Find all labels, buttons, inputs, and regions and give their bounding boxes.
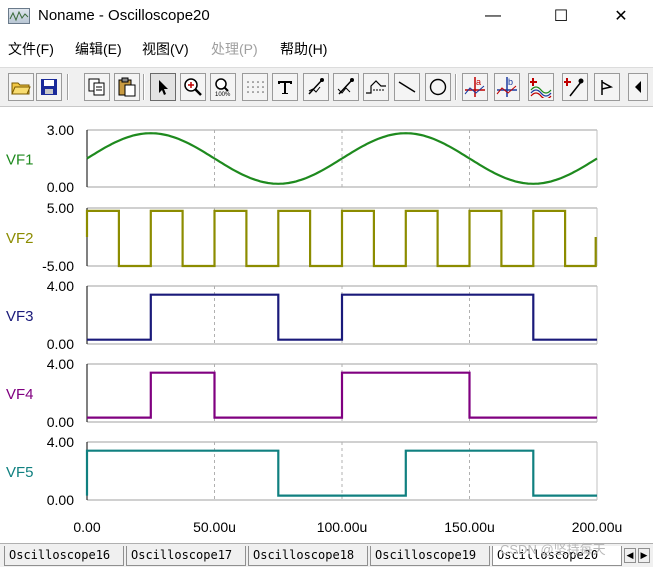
add-trace-icon[interactable] — [528, 73, 554, 101]
paste-icon[interactable] — [114, 73, 140, 101]
svg-text:100%: 100% — [215, 92, 231, 97]
circle-icon[interactable] — [425, 73, 451, 101]
vf3-channel-label: VF3 — [6, 308, 34, 325]
x-tick-label: 150.00u — [444, 519, 495, 535]
scroll-left-icon[interactable] — [628, 73, 648, 101]
tab-oscilloscope17[interactable]: Oscilloscope17 — [126, 546, 246, 566]
vf3-trace — [87, 293, 597, 341]
line-icon[interactable] — [394, 73, 420, 101]
minimize-button[interactable]: — — [470, 0, 516, 32]
grid-icon[interactable] — [242, 73, 268, 101]
vf4-channel-label: VF4 — [6, 386, 34, 403]
x-tick-label: 50.00u — [193, 519, 236, 535]
cursor-b-icon[interactable]: b — [494, 73, 520, 101]
text-icon[interactable] — [272, 73, 298, 101]
vf1-y-bottom-label: 0.00 — [47, 179, 74, 195]
toolbar-separator — [455, 74, 457, 100]
x-tick-label: 200.00u — [572, 519, 623, 535]
probe-icon[interactable] — [303, 73, 329, 101]
vf2-trace — [85, 209, 597, 268]
open-folder-icon[interactable] — [8, 73, 34, 101]
flag-icon[interactable] — [594, 73, 620, 101]
menu-view[interactable]: 视图(V) — [142, 39, 189, 59]
vf3-y-top-label: 4.00 — [47, 278, 74, 294]
toolbar-separator — [67, 74, 69, 100]
step-wave-icon[interactable] — [363, 73, 389, 101]
pointer-icon[interactable] — [150, 73, 176, 101]
tab-scroll-right-icon[interactable]: ▶ — [638, 548, 650, 563]
vf5-y-top-label: 4.00 — [47, 434, 74, 450]
vf1-y-top-label: 3.00 — [47, 122, 74, 138]
tab-oscilloscope18[interactable]: Oscilloscope18 — [248, 546, 368, 566]
vf3-y-bottom-label: 0.00 — [47, 336, 74, 352]
vf2-y-bottom-label: -5.00 — [42, 258, 74, 274]
tab-oscilloscope16[interactable]: Oscilloscope16 — [4, 546, 124, 566]
oscilloscope-plot[interactable]: 3.00 0.00 VF1 5.00 -5.00 VF2 4.00 0.00 VF3 4.00 0.… — [0, 108, 653, 542]
zoom-100-icon[interactable]: 100% — [210, 73, 236, 101]
vf2-channel-label: VF2 — [6, 230, 34, 247]
title-bar: Noname - Oscilloscope20 — ☐ ✕ — [0, 0, 653, 32]
vf1-channel-label: VF1 — [6, 152, 34, 169]
menu-file[interactable]: 文件(F) — [8, 39, 54, 59]
marker-icon[interactable] — [562, 73, 588, 101]
window-title: Noname - Oscilloscope20 — [38, 7, 210, 24]
close-button[interactable]: ✕ — [598, 0, 644, 32]
zoom-in-icon[interactable] — [180, 73, 206, 101]
menu-help[interactable]: 帮助(H) — [280, 39, 327, 59]
vf4-y-top-label: 4.00 — [47, 356, 74, 372]
svg-text:b: b — [508, 77, 513, 87]
vf5-y-bottom-label: 0.00 — [47, 492, 74, 508]
maximize-button[interactable]: ☐ — [538, 0, 584, 32]
vf1-trace — [86, 132, 598, 185]
tab-scroll-left-icon[interactable]: ◀ — [624, 548, 636, 563]
vf4-trace — [87, 371, 597, 419]
vf5-channel-label: VF5 — [6, 464, 34, 481]
x-tick-label: 100.00u — [317, 519, 368, 535]
x-tick-label: 0.00 — [73, 519, 100, 535]
save-icon[interactable] — [36, 73, 62, 101]
watermark: CSDN @坚持每天 — [500, 542, 606, 557]
vf4-y-bottom-label: 0.00 — [47, 414, 74, 430]
oscilloscope-chart: 3.00 0.00 VF1 5.00 -5.00 VF2 4.00 0.00 VF3 4.00 0.… — [6, 122, 623, 535]
app-icon — [8, 8, 30, 24]
probe-alt-icon[interactable] — [333, 73, 359, 101]
menu-edit[interactable]: 编辑(E) — [75, 39, 122, 59]
menu-bar: 文件(F) 编辑(E) 视图(V) 处理(P) 帮助(H) — [0, 36, 653, 60]
toolbar-separator — [143, 74, 145, 100]
svg-text:a: a — [476, 77, 481, 87]
tab-oscilloscope19[interactable]: Oscilloscope19 — [370, 546, 490, 566]
toolbar: 100% a b — [0, 67, 653, 107]
menu-process[interactable]: 处理(P) — [211, 39, 258, 59]
cursor-a-icon[interactable]: a — [462, 73, 488, 101]
copy-icon[interactable] — [84, 73, 110, 101]
vf2-y-top-label: 5.00 — [47, 200, 74, 216]
